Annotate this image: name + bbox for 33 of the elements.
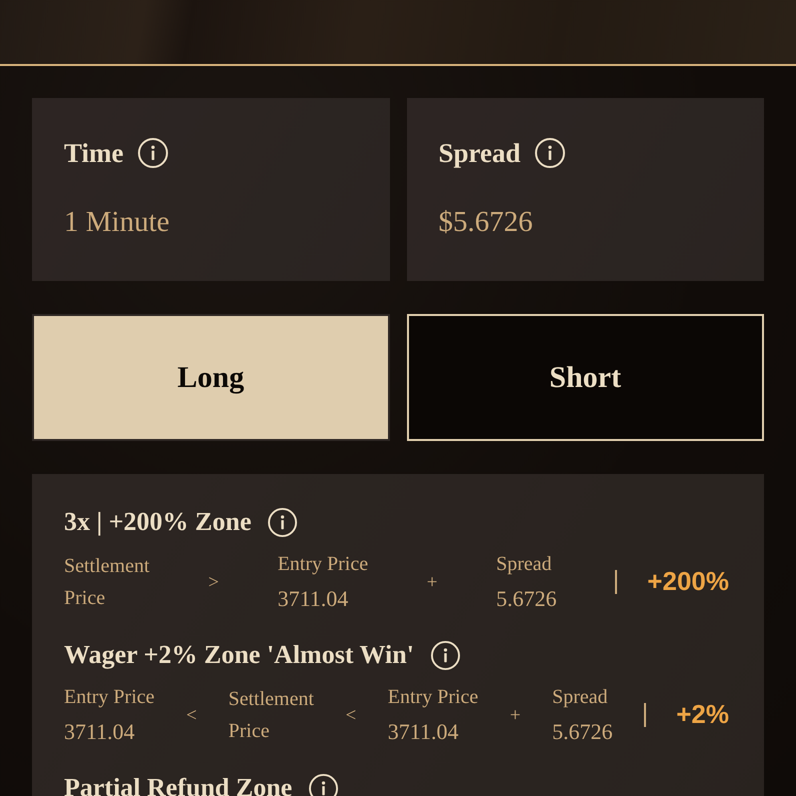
card-label: Time — [64, 137, 124, 169]
formula-value: 3711.04 — [388, 718, 460, 746]
payout-percent: +200% — [647, 566, 729, 597]
formula-label: Settlement Price — [228, 686, 314, 744]
operator-symbol: > — [208, 570, 219, 594]
formula-label: Settlement Price — [64, 554, 150, 610]
operator-symbol: + — [510, 704, 521, 726]
formula-value: 5.6726 — [496, 585, 557, 613]
info-icon[interactable] — [534, 138, 565, 168]
zone-title: 3x | +200% Zone — [64, 506, 252, 538]
formula-value: 3711.04 — [64, 718, 136, 746]
zone-title: Wager +2% Zone 'Almost Win' — [64, 639, 414, 671]
formula-label: Spread — [552, 685, 609, 710]
selected-direction-button[interactable]: Long — [32, 314, 390, 441]
info-icon[interactable] — [138, 138, 168, 168]
info-icon[interactable] — [268, 508, 298, 536]
formula-label: Entry Price — [64, 685, 155, 710]
formula-value: 3711.04 — [278, 585, 350, 613]
direction-button[interactable]: Short — [406, 314, 764, 441]
formula-value: 5.6726 — [552, 718, 613, 746]
operator-symbol: + — [426, 570, 438, 594]
info-icon[interactable] — [309, 774, 338, 796]
formula-label: Entry Price — [388, 685, 478, 710]
operator-symbol: < — [186, 704, 197, 726]
payout-percent: +2% — [676, 699, 729, 730]
card-value: 1 Minute — [64, 205, 170, 239]
card-value: $5.6726 — [438, 205, 533, 239]
info-icon[interactable] — [430, 640, 460, 670]
formula-label: Spread — [496, 552, 553, 577]
card-label: Spread — [438, 137, 521, 169]
formula-label: Entry Price — [278, 552, 368, 577]
operator-symbol: < — [345, 704, 356, 726]
zone-title: Partial Refund Zone — [64, 772, 292, 796]
